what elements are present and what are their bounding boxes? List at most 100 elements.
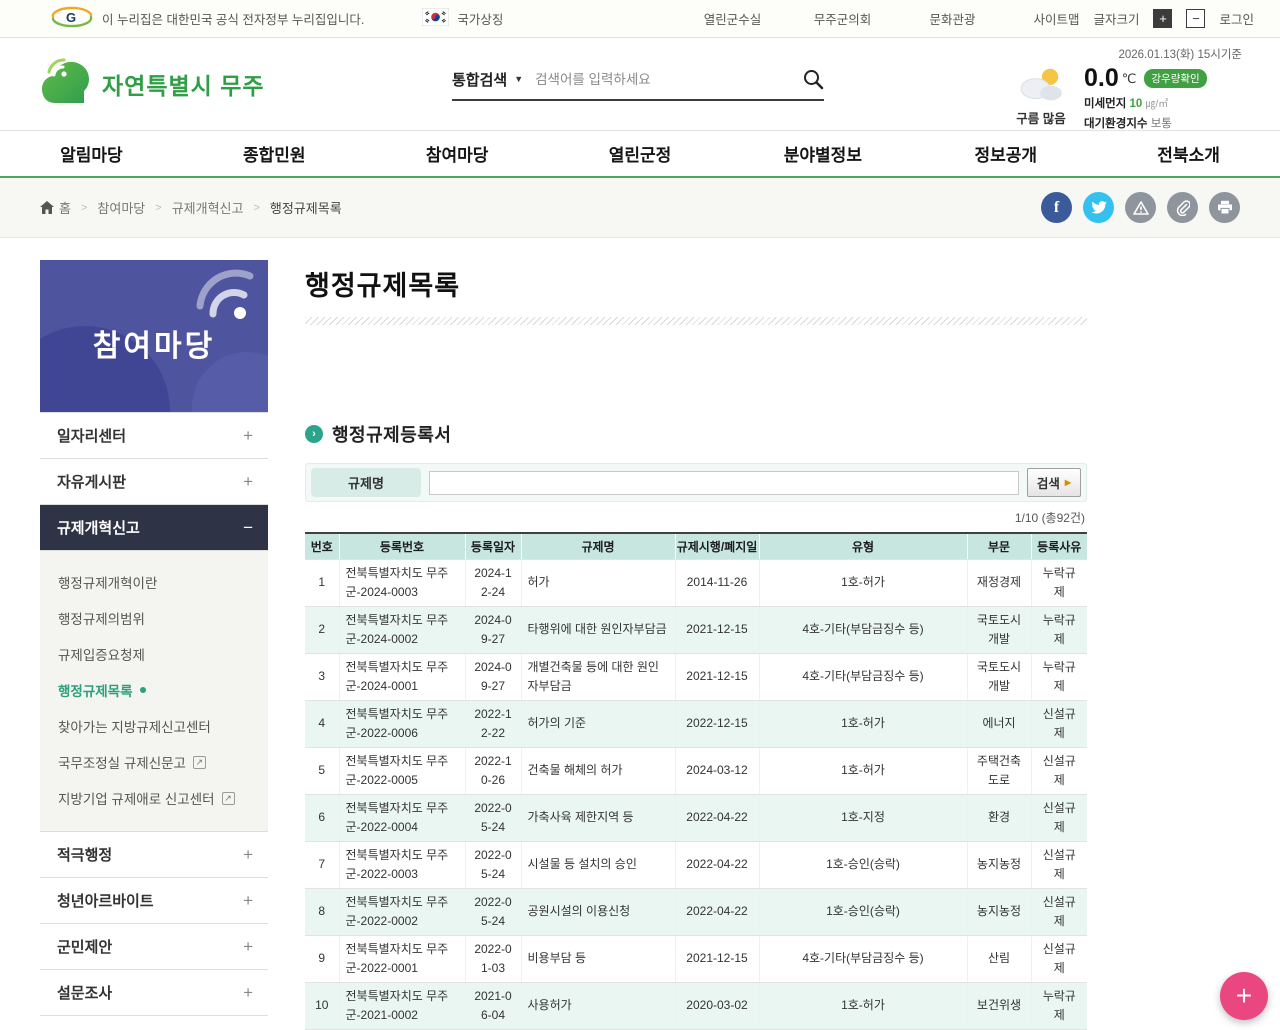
table-cell: 10 (305, 982, 340, 1030)
search-scope-select[interactable]: 통합검색 ▼ (452, 69, 523, 90)
nav-item-info-disclosure[interactable]: 정보공개 (914, 131, 1097, 176)
topbar-link-culture-tourism[interactable]: 문화관광 (897, 0, 1007, 37)
search-submit-button[interactable]: 검색 ▶ (1026, 468, 1081, 497)
expand-icon: + (243, 425, 253, 445)
regulation-name-cell[interactable]: 개별건축물 등에 대한 원인자부담금 (521, 653, 676, 701)
regulation-name-cell[interactable]: 사용허가 (521, 982, 676, 1030)
table-cell: 재정경제 (967, 559, 1032, 607)
table-cell: 2024-03-12 (675, 747, 760, 795)
nav-item-open-admin[interactable]: 열린군정 (549, 131, 732, 176)
sidebar-item-youth-parttime[interactable]: 청년아르바이트 + (40, 878, 268, 924)
regulation-name-cell[interactable]: 가축사육 제한지역 등 (521, 794, 676, 842)
submenu-item-label: 지방기업 규제애로 신고센터 (58, 792, 215, 807)
table-cell: 2022-01-03 (465, 935, 522, 983)
search-button[interactable] (802, 68, 824, 90)
quick-menu-fab[interactable]: + (1220, 971, 1268, 1020)
table-cell: 누락규제 (1031, 606, 1087, 654)
submenu-item-regulation-scope[interactable]: 행정규제의범위 (40, 600, 268, 636)
font-decrease-button[interactable]: − (1186, 9, 1206, 28)
table-cell: 전북특별자치도 무주군-2024-0001 (339, 653, 466, 701)
copy-link-icon[interactable] (1167, 192, 1198, 223)
table-cell: 1호-허가 (759, 982, 968, 1030)
report-icon[interactable] (1125, 192, 1156, 223)
submenu-item-label: 행정규제목록 (58, 684, 133, 699)
twitter-share-icon[interactable] (1083, 192, 1114, 223)
breadcrumb-item-regulation-reform[interactable]: 규제개혁신고 (172, 198, 244, 217)
print-icon[interactable] (1209, 192, 1240, 223)
collapse-icon: − (243, 517, 253, 537)
col-header-reg-number: 등록번호 (339, 533, 466, 560)
site-logo[interactable]: 자연특별시 무주 (40, 57, 265, 110)
font-increase-button[interactable]: + (1153, 9, 1173, 28)
table-cell: 2022-10-26 (465, 747, 522, 795)
facebook-share-icon[interactable]: f (1041, 192, 1072, 223)
search-input[interactable] (535, 71, 790, 87)
rainfall-check-badge[interactable]: 강우량확인 (1144, 69, 1207, 88)
nav-item-jeonbuk-intro[interactable]: 전북소개 (1097, 131, 1280, 176)
nav-item-notice[interactable]: 알림마당 (0, 131, 183, 176)
table-cell: 1호-허가 (759, 700, 968, 748)
topbar-link-county-council[interactable]: 무주군의회 (787, 0, 897, 37)
table-cell: 신설규제 (1031, 794, 1087, 842)
magnifier-icon (804, 70, 824, 90)
table-cell: 1호-허가 (759, 559, 968, 607)
submenu-item-proof-request[interactable]: 규제입증요청제 (40, 636, 268, 672)
table-cell: 국토도시개발 (967, 653, 1032, 701)
sidebar: 참여마당 일자리센터 + 자유게시판 + 규제개혁신고 − 행정규제개혁이란 행… (40, 260, 268, 1016)
sidebar-item-job-center[interactable]: 일자리센터 + (40, 413, 268, 459)
table-cell: 4호-기타(부담금징수 등) (759, 935, 968, 983)
sidebar-item-label: 적극행정 (57, 847, 113, 864)
nav-item-civil-service[interactable]: 종합민원 (183, 131, 366, 176)
regulation-search-bar: 규제명 검색 ▶ (305, 463, 1087, 502)
regulation-table: 번호 등록번호 등록일자 규제명 규제시행/폐지일 유형 부문 등록사유 1 전북… (305, 532, 1087, 1030)
table-cell: 1호-승인(승락) (759, 888, 968, 936)
regulation-name-cell[interactable]: 비용부담 등 (521, 935, 676, 983)
sidebar-item-survey[interactable]: 설문조사 + (40, 970, 268, 1016)
col-header-sector: 부문 (967, 533, 1032, 560)
sidebar-item-citizen-proposal[interactable]: 군민제안 + (40, 924, 268, 970)
regulation-name-cell[interactable]: 시설물 등 설치의 승인 (521, 841, 676, 889)
submenu-item-what-is-reform[interactable]: 행정규제개혁이란 (40, 564, 268, 600)
regulation-name-cell[interactable]: 허가 (521, 559, 676, 607)
table-cell: 2022-05-24 (465, 841, 522, 889)
nav-item-field-info[interactable]: 분야별정보 (731, 131, 914, 176)
logo-text: 자연특별시 무주 (102, 72, 265, 99)
topbar-link-open-mayor[interactable]: 열린군수실 (677, 0, 787, 37)
nav-item-participation[interactable]: 참여마당 (366, 131, 549, 176)
table-cell: 주택건축도로 (967, 747, 1032, 795)
breadcrumb-item-participation[interactable]: 참여마당 (97, 198, 145, 217)
regulation-name-cell[interactable]: 타행위에 대한 원인자부담금 (521, 606, 676, 654)
submenu-item-visiting-center[interactable]: 찾아가는 지방규제신고센터 (40, 708, 268, 744)
wifi-decoration-icon (196, 269, 254, 319)
submenu-item-local-biz-center[interactable]: 지방기업 규제애로 신고센터 ↗ (40, 780, 268, 816)
breadcrumb-home-label: 홈 (59, 201, 71, 216)
table-cell: 8 (305, 888, 340, 936)
site-search: 통합검색 ▼ (452, 68, 824, 101)
submenu-item-gov-sinmungo[interactable]: 국무조정실 규제신문고 ↗ (40, 744, 268, 780)
table-cell: 2020-03-02 (675, 982, 760, 1030)
section-header: › 행정규제등록서 (305, 421, 1087, 447)
table-cell: 신설규제 (1031, 747, 1087, 795)
table-cell: 3 (305, 653, 340, 701)
submenu-item-regulation-list[interactable]: 행정규제목록 (40, 672, 268, 708)
table-cell: 2022-04-22 (675, 888, 760, 936)
table-cell: 2021-06-04 (465, 982, 522, 1030)
table-row: 8 전북특별자치도 무주군-2022-0002 2022-05-24 공원시설의 이용… (305, 888, 1087, 936)
table-cell: 2022-04-22 (675, 841, 760, 889)
regulation-name-cell[interactable]: 공원시설의 이용신청 (521, 888, 676, 936)
regulation-name-cell[interactable]: 허가의 기준 (521, 700, 676, 748)
table-cell: 전북특별자치도 무주군-2022-0006 (339, 700, 466, 748)
table-cell: 2024-09-27 (465, 653, 522, 701)
table-cell: 4호-기타(부담금징수 등) (759, 606, 968, 654)
sitemap-link[interactable]: 사이트맵 (1033, 9, 1079, 28)
regulation-name-input[interactable] (429, 470, 1019, 495)
sidebar-item-free-board[interactable]: 자유게시판 + (40, 459, 268, 505)
sidebar-item-regulation-reform[interactable]: 규제개혁신고 − (40, 505, 268, 551)
sidebar-item-active-admin[interactable]: 적극행정 + (40, 832, 268, 878)
sidebar-banner: 참여마당 (40, 260, 268, 412)
national-symbol-link[interactable]: 국가상징 (378, 0, 547, 37)
col-header-reason: 등록사유 (1031, 533, 1087, 560)
login-link[interactable]: 로그인 (1219, 9, 1254, 28)
regulation-name-cell[interactable]: 건축물 해체의 허가 (521, 747, 676, 795)
breadcrumb-home[interactable]: 홈 (40, 198, 71, 217)
